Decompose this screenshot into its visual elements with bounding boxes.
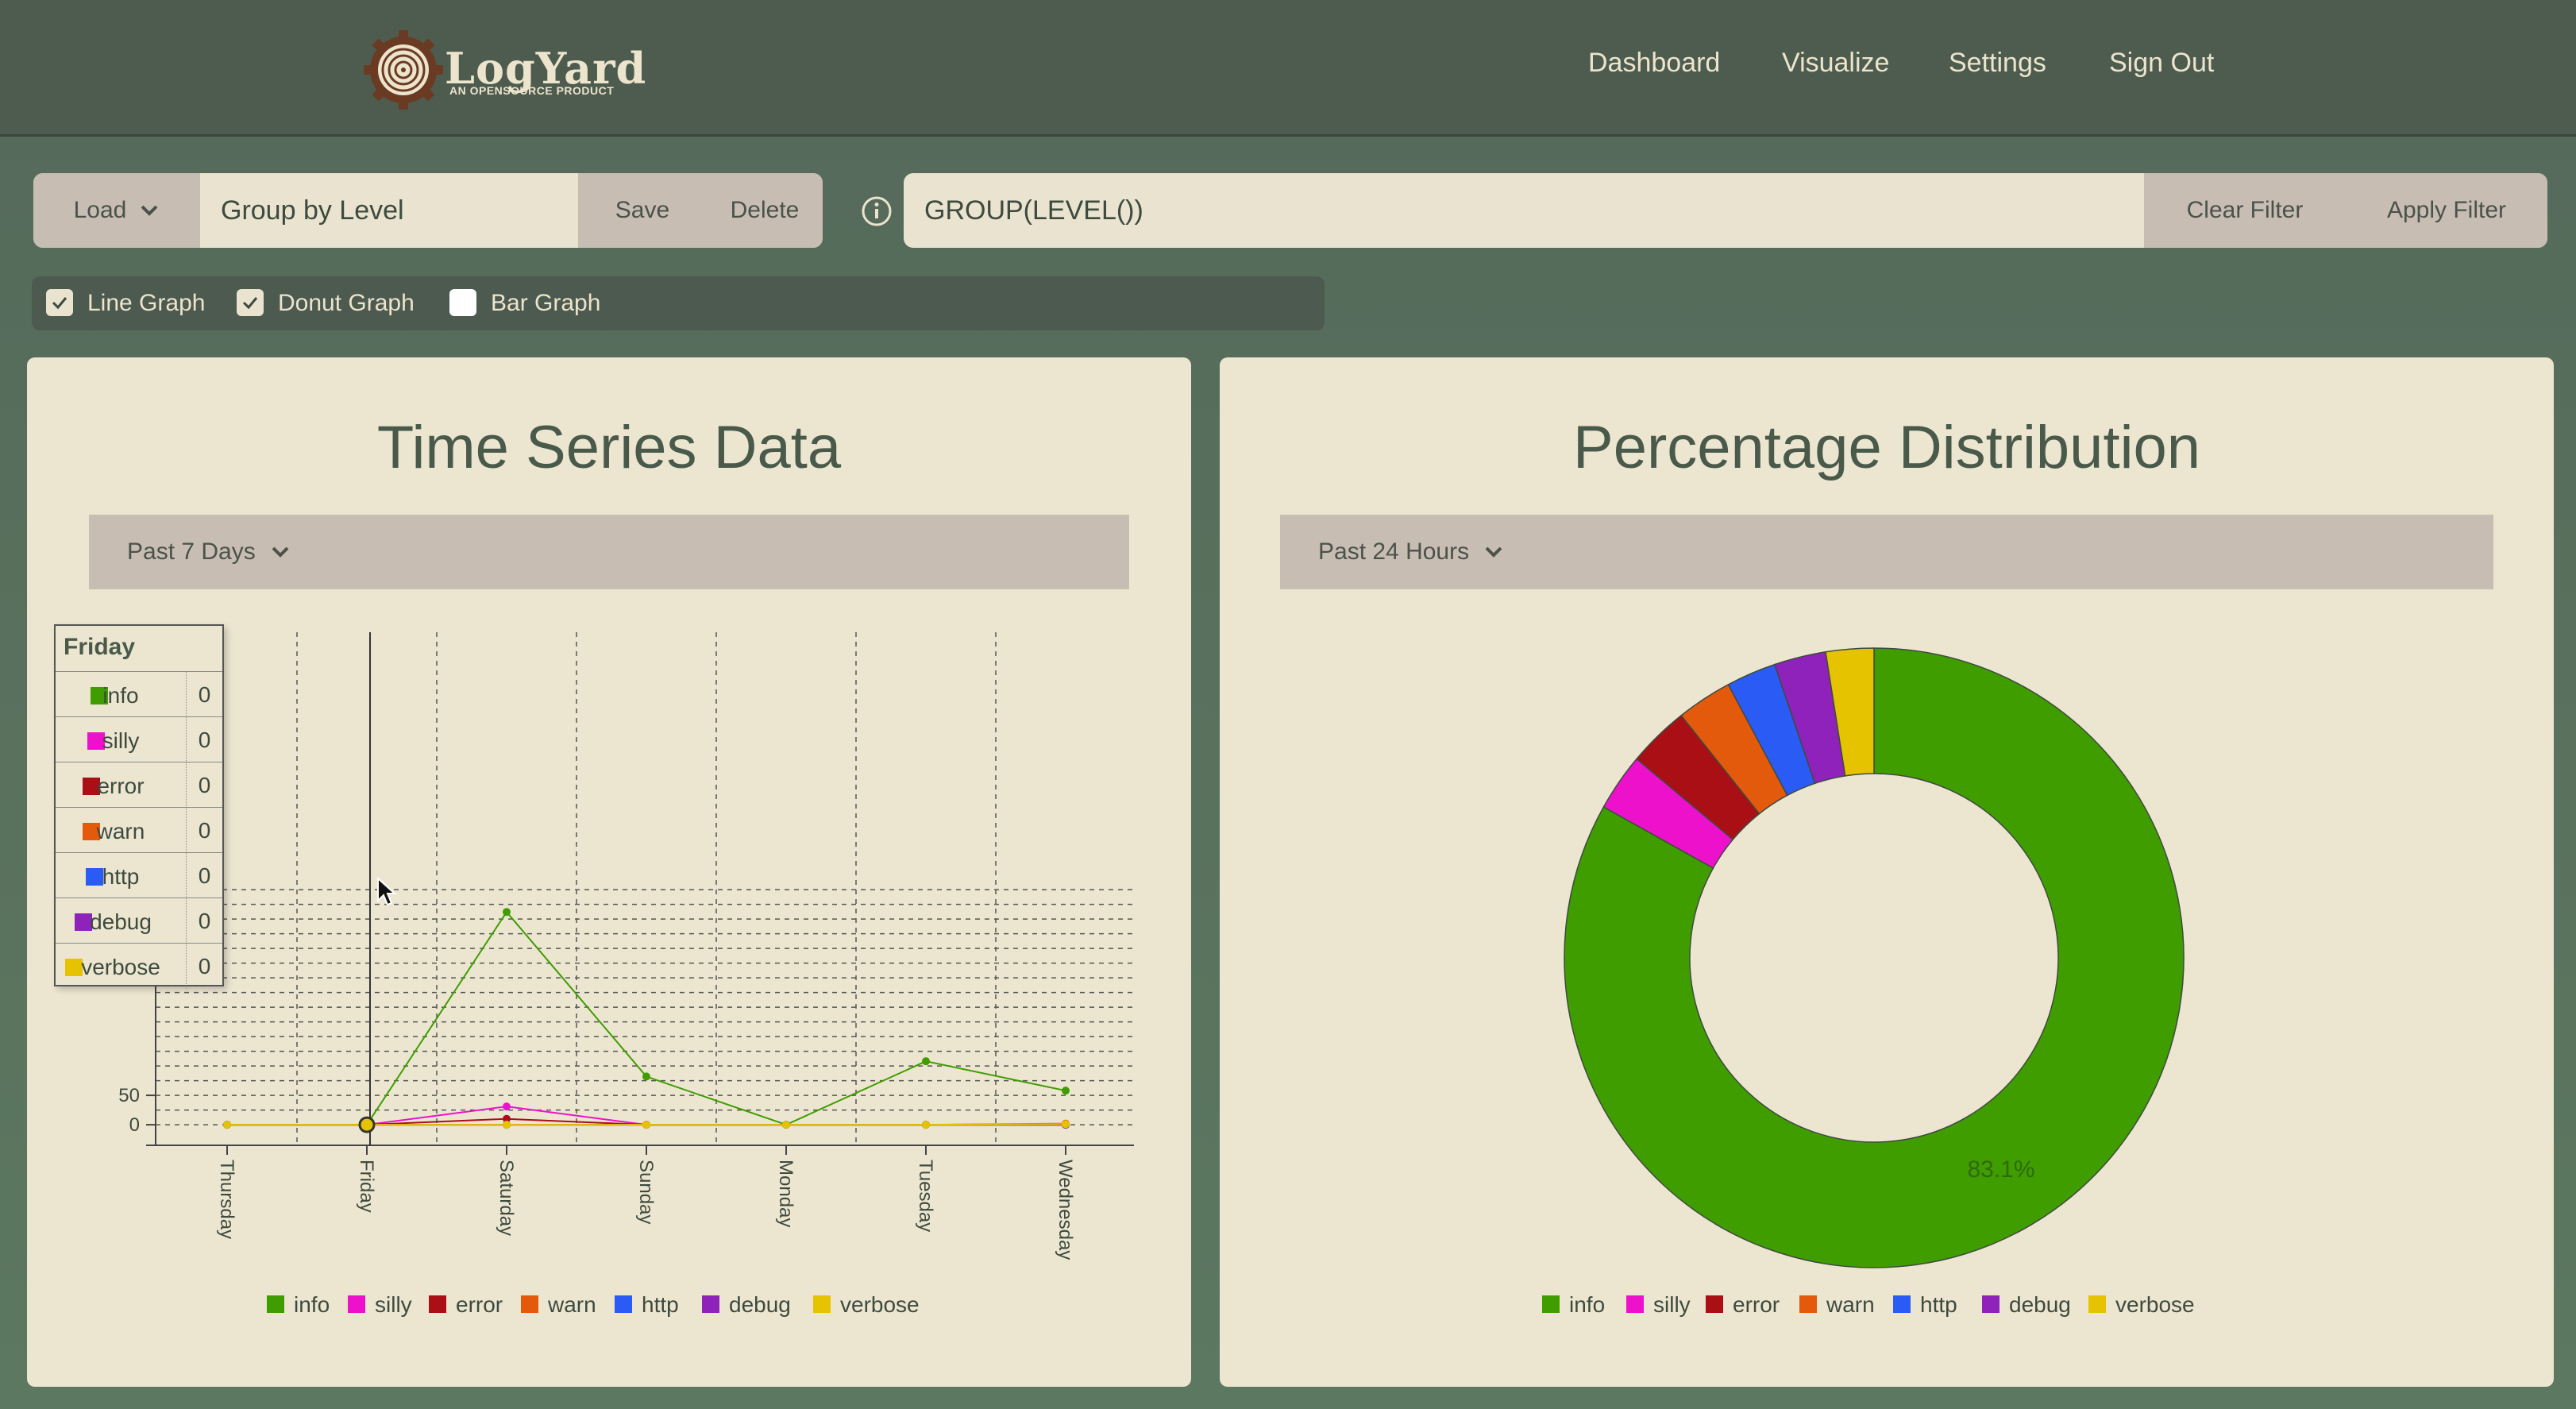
point-info — [922, 1057, 930, 1066]
legend-label-warn: warn — [547, 1292, 596, 1317]
tooltip-value: 0 — [186, 672, 222, 717]
slice-label-info: 83.1% — [1967, 1156, 2034, 1183]
point-silly — [503, 1102, 511, 1111]
tooltip-label: info — [102, 683, 139, 708]
tooltip-value: 0 — [186, 853, 222, 898]
y-tick-label: 50 — [118, 1085, 140, 1106]
hover-point — [358, 1116, 376, 1133]
tooltip-value: 0 — [186, 717, 222, 762]
tooltip-row-info: info 0 — [56, 671, 222, 717]
tooltip-row-error: error 0 — [56, 762, 222, 808]
x-tick-label: Friday — [356, 1160, 377, 1213]
legend-label-http: http — [1920, 1292, 1957, 1317]
tooltip-label: warn — [96, 819, 145, 843]
legend-swatch-error — [429, 1295, 446, 1313]
point-verbose — [642, 1121, 650, 1129]
tooltip-value: 0 — [186, 944, 222, 989]
legend-label-debug: debug — [2009, 1292, 2071, 1317]
tooltip-label: silly — [102, 728, 140, 753]
tooltip-value: 0 — [186, 808, 222, 853]
chart-tooltip: Friday info 0 silly 0 error 0 warn 0 htt… — [54, 624, 224, 989]
point-verbose — [782, 1121, 790, 1129]
legend-swatch-warn — [1799, 1295, 1817, 1313]
tooltip-label: debug — [90, 909, 152, 934]
tooltip-row-warn: warn 0 — [56, 807, 222, 853]
x-tick-label: Monday — [775, 1160, 796, 1227]
legend-swatch-debug — [702, 1295, 719, 1313]
tooltip-row-http: http 0 — [56, 852, 222, 898]
legend-swatch-error — [1706, 1295, 1723, 1313]
tooltip-row-silly: silly 0 — [56, 716, 222, 762]
legend-label-verbose: verbose — [840, 1292, 920, 1317]
tooltip-label: http — [102, 864, 140, 889]
point-verbose — [922, 1121, 930, 1129]
series-line-info — [227, 910, 1066, 1126]
tooltip-label: error — [97, 774, 145, 798]
x-tick-label: Saturday — [496, 1160, 517, 1236]
legend-label-silly: silly — [375, 1292, 412, 1317]
legend-label-silly: silly — [1653, 1292, 1691, 1317]
point-info — [642, 1072, 650, 1081]
point-info — [503, 908, 511, 917]
x-tick-label: Tuesday — [915, 1160, 936, 1232]
tooltip-row-debug: debug 0 — [56, 898, 222, 944]
legend-swatch-silly — [348, 1295, 365, 1313]
legend-label-info: info — [294, 1292, 330, 1317]
legend-label-info: info — [1569, 1292, 1605, 1317]
legend-label-warn: warn — [1826, 1292, 1875, 1317]
legend-swatch-http — [615, 1295, 632, 1313]
tooltip-value: 0 — [186, 762, 222, 808]
tooltip-header: Friday — [64, 634, 136, 660]
tooltip-label: verbose — [81, 955, 160, 979]
point-verbose — [1062, 1120, 1070, 1129]
point-info — [1062, 1087, 1070, 1095]
mouse-cursor-icon — [377, 877, 397, 906]
percentage-donut-chart[interactable]: 83.1% info silly error warn http debug verbose — [1220, 0, 2554, 1350]
y-tick-label: 0 — [129, 1114, 140, 1136]
legend-swatch-http — [1893, 1295, 1911, 1313]
point-verbose — [503, 1121, 511, 1129]
legend-swatch-verbose — [2088, 1295, 2106, 1313]
legend-swatch-silly — [1626, 1295, 1644, 1313]
legend-swatch-info — [1542, 1295, 1560, 1313]
legend-swatch-verbose — [813, 1295, 831, 1313]
legend-swatch-debug — [1982, 1295, 1999, 1313]
legend-swatch-info — [267, 1295, 284, 1313]
x-tick-label: Wednesday — [1055, 1160, 1076, 1260]
x-tick-label: Sunday — [635, 1160, 657, 1224]
legend-label-debug: debug — [729, 1292, 791, 1317]
legend-label-http: http — [642, 1292, 679, 1317]
tooltip-row-verbose: verbose 0 — [56, 943, 222, 989]
legend-label-error: error — [1733, 1292, 1780, 1317]
legend-swatch-warn — [521, 1295, 538, 1313]
x-tick-label: Thursday — [216, 1160, 237, 1239]
legend-label-verbose: verbose — [2115, 1292, 2195, 1317]
legend-label-error: error — [456, 1292, 503, 1317]
point-verbose — [223, 1121, 231, 1129]
tooltip-value: 0 — [186, 898, 222, 944]
